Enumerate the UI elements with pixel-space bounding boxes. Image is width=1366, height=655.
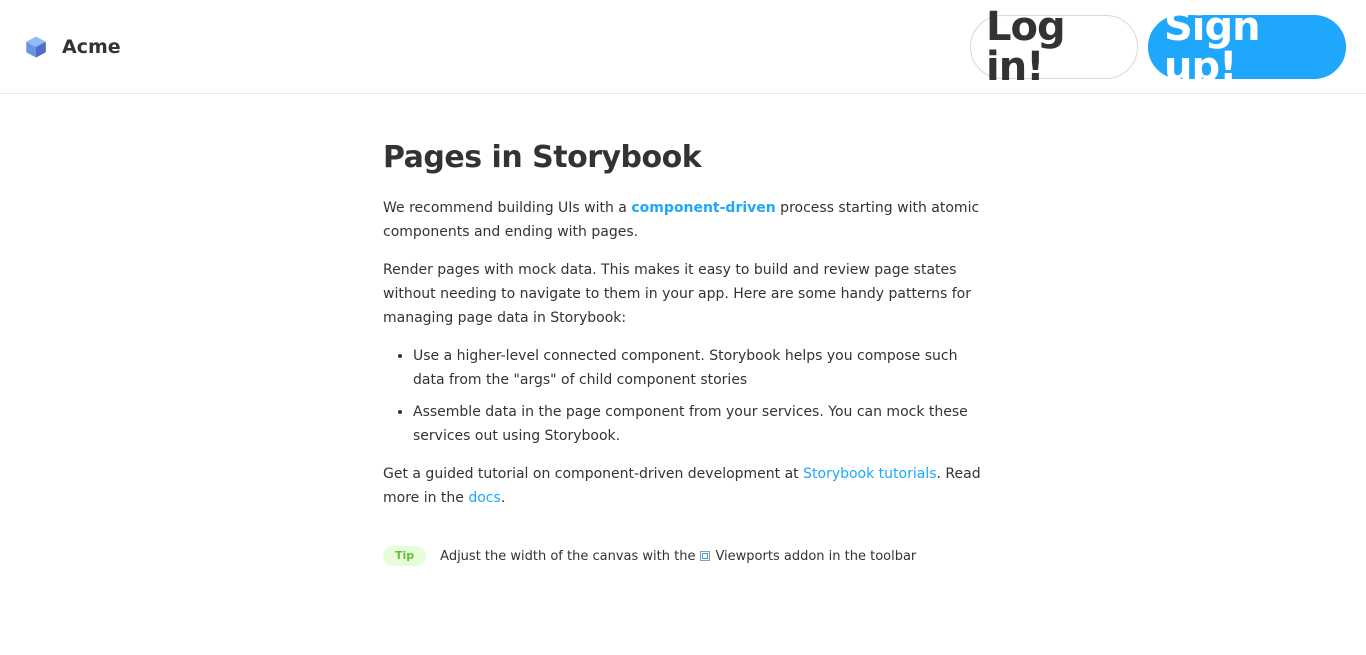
login-button[interactable]: Log in! bbox=[970, 7, 1138, 87]
tip-text-start: Adjust the width of the canvas with the bbox=[440, 548, 696, 564]
tip-text: Adjust the width of the canvas with the … bbox=[440, 549, 916, 564]
docs-link[interactable]: docs bbox=[468, 490, 500, 506]
tutorial-paragraph: Get a guided tutorial on component-drive… bbox=[383, 462, 983, 510]
list-item: Use a higher-level connected component. … bbox=[413, 344, 983, 392]
auth-buttons: Log in! Sign up! bbox=[970, 7, 1346, 87]
signup-button[interactable]: Sign up! bbox=[1148, 7, 1346, 87]
component-driven-link[interactable]: component-driven bbox=[631, 200, 775, 216]
brand-name: Acme bbox=[62, 36, 121, 58]
tutorial-text-start: Get a guided tutorial on component-drive… bbox=[383, 466, 804, 482]
tip-wrapper: Tip Adjust the width of the canvas with … bbox=[383, 545, 916, 567]
tip-badge: Tip bbox=[383, 546, 427, 566]
viewport-icon bbox=[700, 551, 711, 561]
tutorial-text-end: . bbox=[500, 490, 506, 506]
header: Acme Log in! Sign up! bbox=[0, 0, 1366, 94]
storybook-tutorials-link[interactable]: Storybook tutorials bbox=[803, 466, 936, 482]
brand: Acme bbox=[24, 32, 121, 62]
tip-text-end: Viewports addon in the toolbar bbox=[715, 548, 917, 564]
list-item: Assemble data in the page component from… bbox=[413, 400, 983, 448]
cube-logo-icon bbox=[26, 36, 46, 58]
intro-text-start: We recommend building UIs with a bbox=[383, 200, 632, 216]
mock-data-paragraph: Render pages with mock data. This makes … bbox=[383, 262, 971, 326]
page-title: Pages in Storybook bbox=[383, 140, 702, 175]
patterns-list: Use a higher-level connected component. … bbox=[383, 344, 983, 448]
page-content: Pages in Storybook We recommend building… bbox=[383, 138, 983, 524]
intro-paragraph: We recommend building UIs with a compone… bbox=[383, 196, 983, 244]
